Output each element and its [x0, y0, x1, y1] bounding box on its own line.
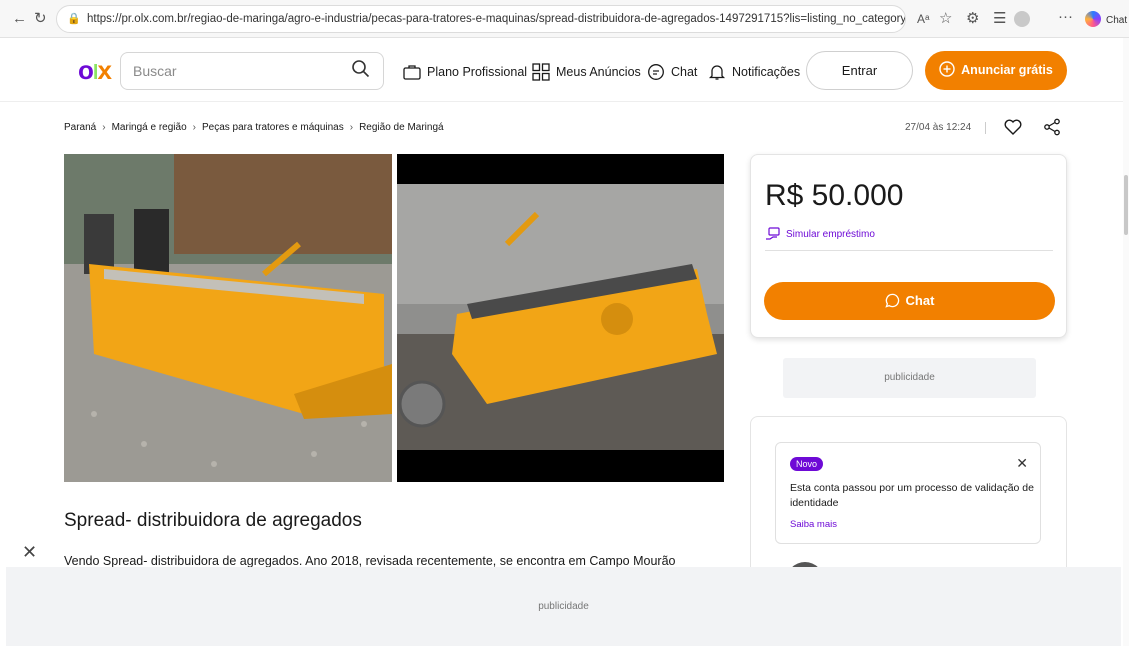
breadcrumb-item[interactable]: Região de Maringá — [359, 122, 444, 133]
logo-o: o — [78, 55, 94, 85]
simular-emprestimo-link[interactable]: Simular empréstimo — [765, 227, 875, 241]
anunciar-gratis-button[interactable]: Anunciar grátis — [925, 51, 1067, 90]
breadcrumb-item[interactable]: Paraná — [64, 122, 96, 133]
favorites-list-icon[interactable]: ☰ — [993, 9, 1006, 29]
anunciar-label: Anunciar grátis — [961, 63, 1053, 77]
nav-chat[interactable]: Chat — [647, 63, 697, 81]
scrollbar-thumb[interactable] — [1124, 175, 1128, 235]
verification-text: Esta conta passou por um processo de val… — [790, 482, 1034, 509]
nav-anuncios-label: Meus Anúncios — [556, 65, 641, 79]
logo-x: x — [97, 55, 112, 85]
copilot-icon[interactable] — [1085, 11, 1101, 27]
breadcrumb-item[interactable]: Maringá e região — [112, 122, 187, 133]
search-input[interactable]: Buscar — [133, 63, 177, 79]
divider — [765, 250, 1053, 251]
listing-description: Vendo Spread- distribuidora de agregados… — [64, 554, 676, 568]
price: R$ 50.000 — [765, 179, 904, 212]
close-icon[interactable]: ✕ — [22, 542, 37, 563]
share-icon[interactable] — [1043, 118, 1061, 136]
photo-machine-shop — [397, 154, 724, 482]
publicidade-side: publicidade — [783, 358, 1036, 398]
listing-photo-1[interactable] — [64, 154, 392, 482]
listing-title: Spread- distribuidora de agregados — [64, 510, 362, 531]
listing-date: 27/04 às 12:24 — [905, 122, 972, 133]
lock-icon: 🔒 — [67, 13, 81, 25]
reload-icon[interactable]: ↻ — [34, 9, 47, 29]
chat-bubble-icon — [884, 293, 899, 308]
chat-button-label: Chat — [905, 293, 935, 308]
chat-button[interactable]: Chat — [764, 282, 1055, 320]
chevron-right-icon: › — [102, 122, 106, 133]
nav-chat-label: Chat — [671, 65, 698, 79]
olx-logo[interactable]: olx — [78, 55, 112, 86]
close-icon[interactable]: ✕ — [1016, 455, 1028, 472]
copilot-chat-label[interactable]: Chat — [1106, 11, 1127, 31]
search-box[interactable]: Buscar — [120, 52, 384, 90]
breadcrumb: Paraná › Maringá e região › Peças para tra… — [64, 122, 444, 133]
favorite-star-icon[interactable]: ☆ — [939, 9, 952, 29]
novo-badge: Novo — [790, 457, 824, 471]
divider — [985, 122, 986, 134]
read-aloud-icon[interactable]: Aᵃ — [917, 9, 929, 29]
heart-icon[interactable] — [1004, 119, 1022, 135]
chevron-right-icon: › — [192, 122, 196, 133]
url-text: https://pr.olx.com.br/regiao-de-maringa/… — [87, 13, 906, 25]
publicidade-footer: publicidade — [6, 567, 1121, 646]
search-icon[interactable] — [351, 59, 371, 79]
more-icon[interactable]: ··· — [1058, 7, 1073, 27]
chevron-right-icon: › — [349, 122, 354, 133]
simular-label: Simular empréstimo — [786, 228, 875, 240]
profile-icon[interactable] — [1014, 11, 1030, 27]
browser-toolbar: ← ↻ 🔒 https://pr.olx.com.br/regiao-de-ma… — [0, 0, 1129, 38]
saiba-mais-link[interactable]: Saiba mais — [790, 519, 837, 530]
briefcase-icon — [403, 65, 421, 80]
photo-machine-gravel — [64, 154, 392, 482]
nav-plano-label: Plano Profissional — [427, 65, 528, 79]
grid-icon — [532, 63, 550, 81]
scrollbar[interactable] — [1123, 38, 1129, 646]
nav-plano-profissional[interactable]: Plano Profissional — [403, 63, 527, 81]
money-hand-icon — [766, 227, 780, 240]
address-bar[interactable]: 🔒 https://pr.olx.com.br/regiao-de-maring… — [56, 5, 906, 33]
bell-icon — [708, 65, 726, 80]
entrar-button[interactable]: Entrar — [806, 51, 913, 90]
verification-notice: Novo ✕ Esta conta passou por um processo… — [775, 442, 1041, 544]
extensions-icon[interactable]: ⚙ — [966, 9, 979, 29]
breadcrumb-item[interactable]: Peças para tratores e máquinas — [202, 122, 344, 133]
add-circle-icon — [939, 61, 955, 77]
nav-notificacoes-label: Notificações — [732, 65, 801, 79]
nav-meus-anuncios[interactable]: Meus Anúncios — [532, 63, 641, 81]
chat-bubble-icon — [648, 64, 664, 80]
back-icon[interactable]: ← — [12, 9, 27, 29]
nav-notificacoes[interactable]: Notificações — [708, 63, 800, 81]
price-card: R$ 50.000 Simular empréstimo Chat — [750, 154, 1067, 338]
listing-photo-2[interactable] — [397, 154, 724, 482]
